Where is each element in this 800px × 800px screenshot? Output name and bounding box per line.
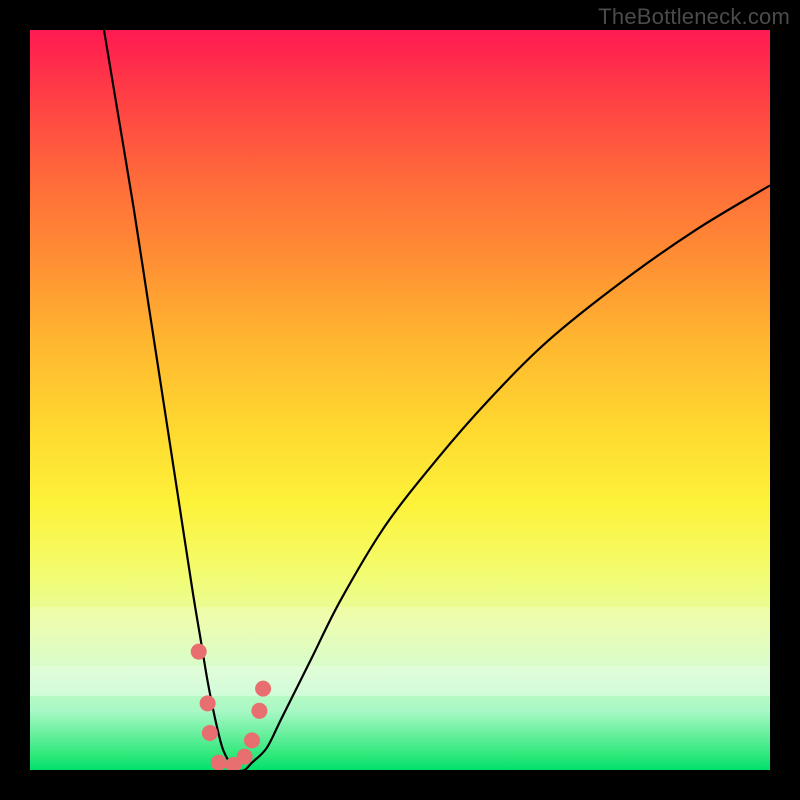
highlight-band-upper bbox=[30, 607, 770, 696]
data-marker bbox=[202, 725, 218, 741]
data-marker bbox=[251, 703, 267, 719]
attribution-text: TheBottleneck.com bbox=[598, 4, 790, 30]
data-marker bbox=[211, 755, 227, 770]
marker-group bbox=[191, 644, 271, 770]
data-marker bbox=[191, 644, 207, 660]
data-marker bbox=[244, 732, 260, 748]
data-marker bbox=[255, 681, 271, 697]
plot-area bbox=[30, 30, 770, 770]
chart-frame: TheBottleneck.com bbox=[0, 0, 800, 800]
highlight-band-lower bbox=[30, 666, 770, 696]
data-marker bbox=[226, 757, 242, 770]
data-marker bbox=[237, 749, 253, 765]
data-marker bbox=[200, 695, 216, 711]
curve-layer bbox=[30, 30, 770, 770]
bottleneck-curve bbox=[104, 30, 770, 770]
